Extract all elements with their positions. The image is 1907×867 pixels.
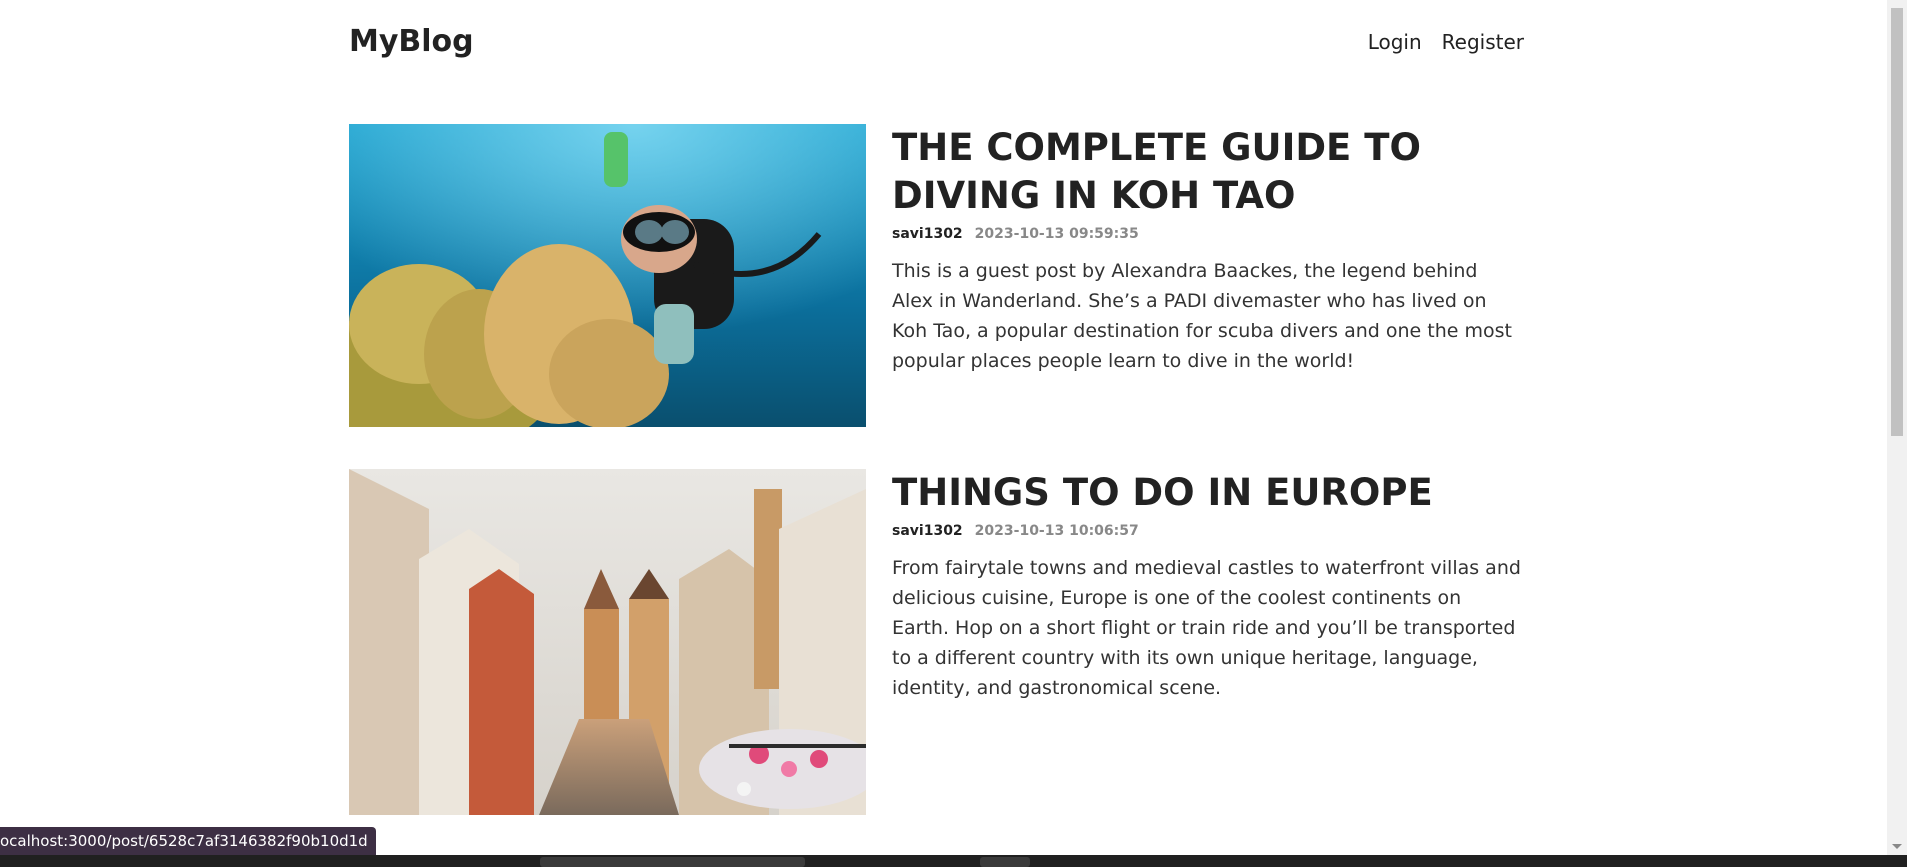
- post-title: THINGS TO DO IN EUROPE: [892, 469, 1524, 517]
- login-link[interactable]: Login: [1368, 30, 1422, 54]
- scrollbar-thumb[interactable]: [1891, 8, 1903, 436]
- post-card: THE COMPLETE GUIDE TO DIVING IN KOH TAO …: [349, 124, 1524, 427]
- post-title-link[interactable]: THE COMPLETE GUIDE TO DIVING IN KOH TAO: [892, 126, 1421, 217]
- post-card: THINGS TO DO IN EUROPE savi1302 2023-10-…: [349, 469, 1524, 815]
- post-author: savi1302: [892, 226, 963, 242]
- post-meta: savi1302 2023-10-13 09:59:35: [892, 226, 1524, 242]
- post-summary: From fairytale towns and medieval castle…: [892, 557, 1521, 699]
- post-date: 2023-10-13 10:06:57: [974, 523, 1139, 539]
- taskbar-item[interactable]: [540, 857, 805, 867]
- taskbar: [0, 855, 1907, 867]
- site-header: MyBlog Login Register: [349, 0, 1524, 90]
- post-image-europe[interactable]: [349, 469, 866, 815]
- scroll-down-arrow-icon[interactable]: [1892, 844, 1902, 849]
- vertical-scrollbar[interactable]: [1887, 0, 1907, 855]
- post-title-link[interactable]: THINGS TO DO IN EUROPE: [892, 471, 1433, 514]
- post-content: THINGS TO DO IN EUROPE savi1302 2023-10-…: [892, 469, 1524, 815]
- taskbar-item[interactable]: [980, 857, 1030, 867]
- post-title: THE COMPLETE GUIDE TO DIVING IN KOH TAO: [892, 124, 1524, 220]
- site-logo[interactable]: MyBlog: [349, 24, 474, 59]
- post-image-diving[interactable]: [349, 124, 866, 427]
- header-nav: Login Register: [1368, 30, 1524, 54]
- diver-image: [349, 124, 866, 427]
- town-image: [349, 469, 866, 815]
- page: MyBlog Login Register THE COMPLETE GUIDE…: [349, 0, 1524, 855]
- post-summary: This is a guest post by Alexandra Baacke…: [892, 260, 1512, 372]
- post-author: savi1302: [892, 523, 963, 539]
- register-link[interactable]: Register: [1442, 30, 1524, 54]
- post-content: THE COMPLETE GUIDE TO DIVING IN KOH TAO …: [892, 124, 1524, 427]
- post-meta: savi1302 2023-10-13 10:06:57: [892, 523, 1524, 539]
- link-status-bar: ocalhost:3000/post/6528c7af3146382f90b10…: [0, 827, 376, 855]
- post-date: 2023-10-13 09:59:35: [974, 226, 1139, 242]
